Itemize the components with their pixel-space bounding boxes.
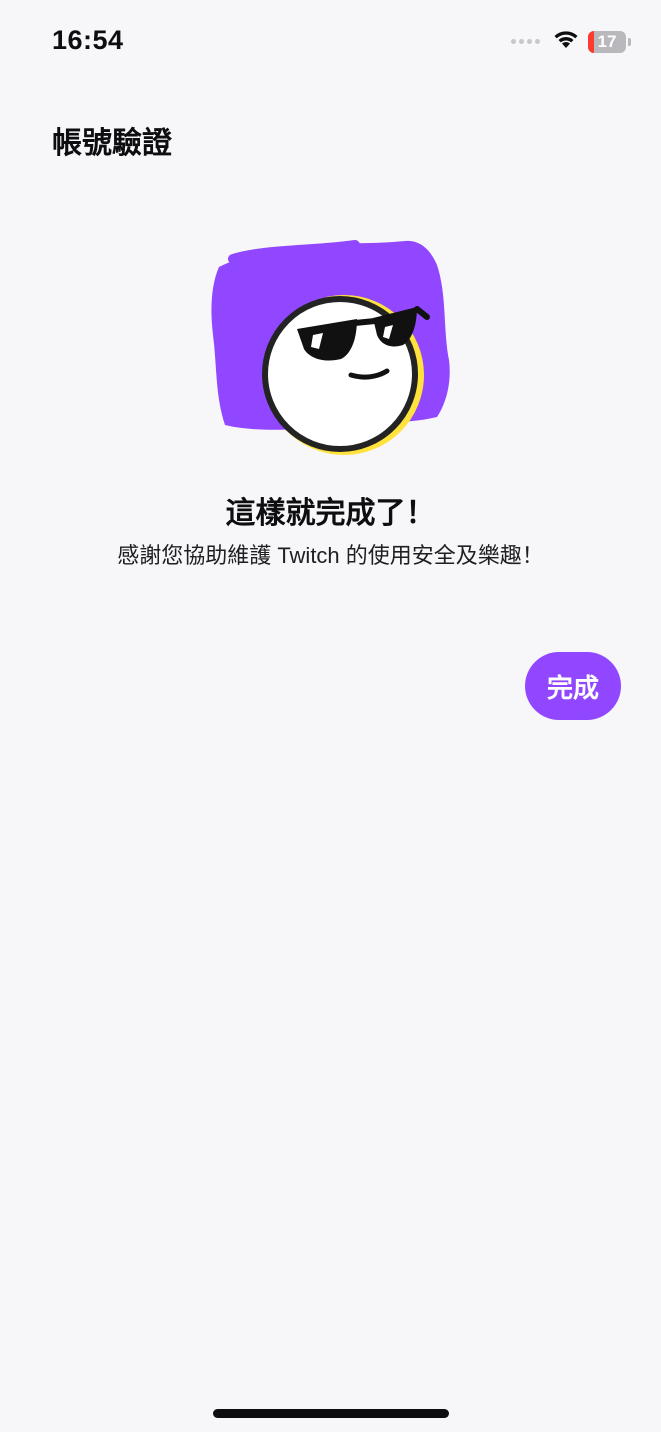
completion-subtext: 感謝您協助維護 Twitch 的使用安全及樂趣！: [117, 543, 544, 568]
done-button[interactable]: 完成: [525, 652, 621, 720]
status-indicators: 17: [511, 28, 631, 55]
page-title: 帳號驗證: [52, 127, 172, 160]
status-bar: 16:54 17: [0, 0, 661, 84]
sunglasses-emote-illustration: [205, 235, 455, 460]
home-indicator[interactable]: [213, 1409, 449, 1418]
battery-tip: [628, 37, 631, 46]
status-time: 16:54: [52, 25, 124, 55]
battery-icon: 17: [588, 30, 626, 53]
battery-level: 17: [597, 31, 617, 51]
wifi-icon: [552, 28, 580, 55]
cellular-dots-icon: [511, 39, 540, 44]
sunglasses-bridge: [354, 318, 376, 326]
completion-headline: 這樣就完成了！: [225, 497, 436, 530]
